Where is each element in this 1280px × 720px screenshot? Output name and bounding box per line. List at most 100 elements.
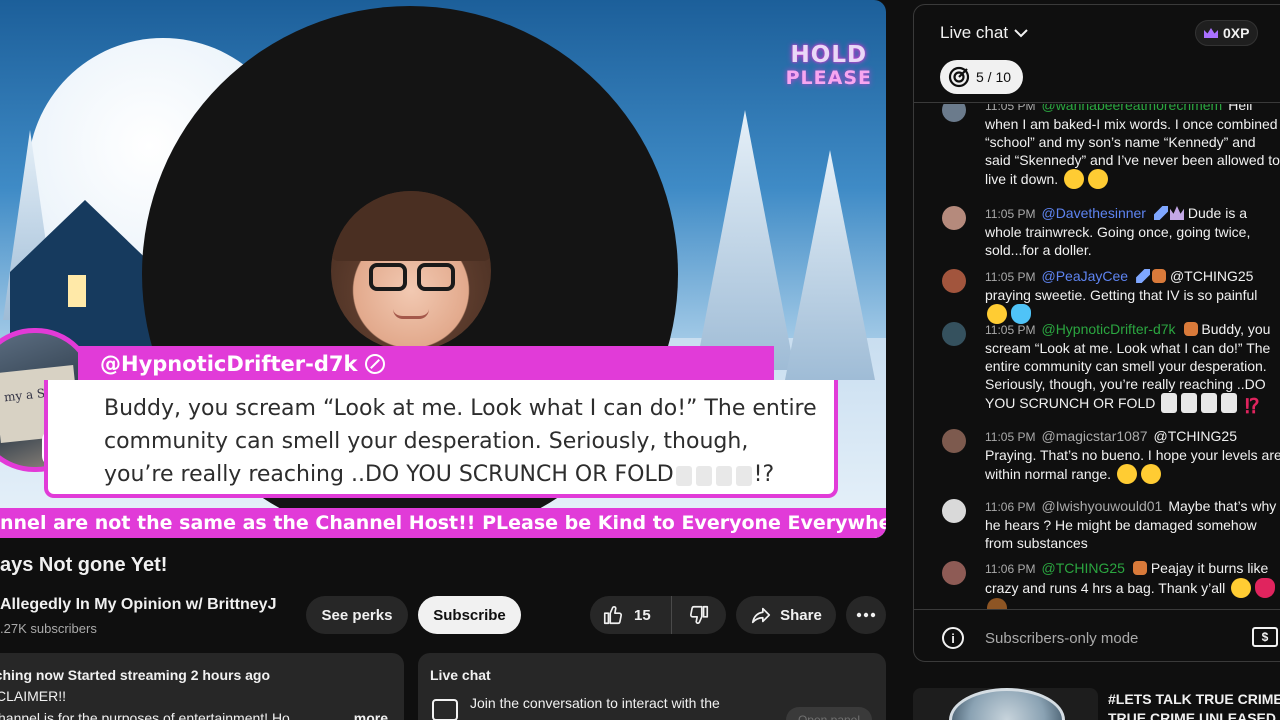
member-badge-icon (1183, 322, 1198, 336)
message-time: 11:06 PM (985, 500, 1036, 514)
please-text: PLEASE (785, 67, 872, 89)
message-author[interactable]: @HypnoticDrifter-d7k (1041, 321, 1175, 337)
snowy-tree (785, 150, 875, 380)
overlay-username: @HypnoticDrifter-d7k (78, 346, 774, 382)
overlay-message: Buddy, you scream “Look at me. Look what… (44, 380, 838, 498)
video-player[interactable]: HOLD PLEASE my a Son @HypnoticDrifter-d7… (0, 0, 886, 538)
see-perks-button[interactable]: See perks (306, 596, 408, 634)
woozy-face-icon (1088, 169, 1109, 189)
message-time: 11:06 PM (985, 562, 1036, 576)
description-more-link[interactable]: ...more (342, 710, 388, 720)
message-author[interactable]: @magicstar1087 (1041, 428, 1147, 444)
youtube-live-page: HOLD PLEASE my a Son @HypnoticDrifter-d7… (0, 0, 1280, 720)
hold-text: HOLD (790, 42, 868, 68)
info-icon[interactable]: i (942, 627, 964, 649)
toilet-icon (695, 466, 712, 486)
verified-icon (365, 354, 386, 374)
xp-value: 0XP (1223, 25, 1250, 41)
stream-meta: tching now Started streaming 2 hours ago (0, 667, 271, 683)
live-chat-card: Live chat Join the conversation to inter… (418, 653, 886, 720)
melting-face-icon (1064, 169, 1085, 189)
video-title: ays Not gone Yet! (0, 554, 168, 576)
waving-hand-icon (987, 598, 1007, 609)
like-count: 15 (634, 606, 651, 624)
toilet-paper-icon (675, 466, 692, 486)
avatar (942, 499, 966, 523)
member-badge-icon (1152, 269, 1167, 283)
share-icon (752, 607, 771, 624)
heart-hands-icon (1140, 464, 1161, 484)
red-heart-icon (1255, 578, 1276, 598)
message-text: Hell when I am baked-I mix words. I once… (985, 104, 1280, 187)
message-author[interactable]: @Davethesinner (1041, 205, 1146, 221)
hold-please-sign: HOLD PLEASE (786, 44, 872, 88)
chat-mode-dropdown[interactable]: Live chat (940, 23, 1028, 43)
share-button[interactable]: Share (736, 596, 836, 634)
message-author[interactable]: @wannabeereatmorecrimem (1041, 104, 1222, 113)
share-label: Share (780, 606, 822, 624)
super-chat-icon[interactable]: $ (1252, 627, 1278, 647)
message-time: 11:05 PM (985, 430, 1036, 444)
praying-hands-icon (1116, 464, 1137, 484)
chat-message-list[interactable]: 11:05 PM @wannabeereatmorecrimem Hell when… (914, 104, 1280, 609)
recommended-title[interactable]: #LETS TALK TRUE CRIME TRUE CRIME UNLEASE… (1108, 690, 1280, 720)
message-time: 11:05 PM (985, 270, 1036, 284)
avatar (942, 429, 966, 453)
overlay-message-end: !? (753, 462, 775, 487)
thumbs-down-icon (690, 605, 709, 624)
chat-goal-pill[interactable]: 5 / 10 (940, 60, 1024, 94)
chat-header: Live chat 0XP ⋮ 5 / 10 (914, 5, 1280, 103)
recommended-subtitle-text: TRUE CRIME UNLEASED (1108, 710, 1277, 720)
message-time: 11:05 PM (985, 104, 1036, 113)
smiling-face-icon (1231, 578, 1252, 598)
thumbnail-logo (949, 688, 1065, 720)
snowy-tree (695, 110, 795, 370)
xp-badge[interactable]: 0XP (1195, 20, 1259, 46)
like-dislike-group: 15 (590, 596, 726, 634)
subscribe-button[interactable]: Subscribe (418, 596, 521, 634)
crown-icon (1204, 28, 1218, 38)
message-time: 11:05 PM (985, 323, 1036, 337)
channel-name[interactable]: Allegedly In My Opinion w/ BrittneyJ (0, 596, 276, 614)
message-author[interactable]: @Iwishyouwould01 (1041, 498, 1162, 514)
message-author[interactable]: @PeaJayCee (1041, 268, 1128, 284)
toilet-icon (735, 466, 752, 486)
thumbs-up-icon (603, 606, 622, 625)
message-author[interactable]: @TCHING25 (1041, 560, 1124, 576)
more-horizontal-icon (856, 612, 876, 618)
overlay-username-text: @HypnoticDrifter-d7k (100, 352, 358, 376)
avatar (942, 206, 966, 230)
recommended-thumbnail[interactable] (913, 688, 1098, 720)
avatar (942, 322, 966, 346)
message-time: 11:05 PM (985, 207, 1036, 221)
more-actions-button[interactable] (846, 596, 886, 634)
target-icon (948, 66, 970, 88)
live-chat-card-title: Live chat (430, 667, 491, 683)
subscribers-only-mode-text: Subscribers-only mode (985, 630, 1139, 647)
description-box[interactable]: tching now Started streaming 2 hours ago… (0, 653, 404, 720)
exclamation-question-icon: ⁉ (1244, 396, 1260, 418)
description-line: CLAIMER!! (0, 688, 67, 704)
member-badge-icon (1132, 561, 1147, 575)
chat-title: Live chat (940, 23, 1009, 42)
toilet-paper-icon (1161, 393, 1178, 413)
member-crown-icon (1169, 206, 1184, 220)
like-button[interactable]: 15 (590, 596, 672, 634)
goal-progress: 5 / 10 (976, 69, 1012, 85)
toilet-paper-icon (715, 466, 732, 486)
chat-footer: i Subscribers-only mode $ (914, 609, 1280, 661)
moderator-wrench-icon (1153, 206, 1168, 220)
avatar (942, 561, 966, 585)
dislike-button[interactable] (672, 596, 726, 634)
live-chat-panel: Live chat 0XP ⋮ 5 / 10 11:05 PM @wannabee… (913, 4, 1280, 662)
open-panel-button[interactable]: Open panel (786, 707, 872, 720)
avatar (942, 104, 966, 122)
chevron-down-icon (1014, 29, 1028, 38)
recommended-title-text: #LETS TALK TRUE CRIME (1108, 691, 1280, 707)
toilet-icon (1181, 393, 1198, 413)
scrolling-ticker: nnel are not the same as the Channel Hos… (0, 508, 886, 538)
toilet-icon (1221, 393, 1238, 413)
house-window (68, 275, 86, 307)
streamer-webcam (331, 191, 491, 351)
more-vert-icon[interactable]: ⋮ (1276, 23, 1280, 48)
